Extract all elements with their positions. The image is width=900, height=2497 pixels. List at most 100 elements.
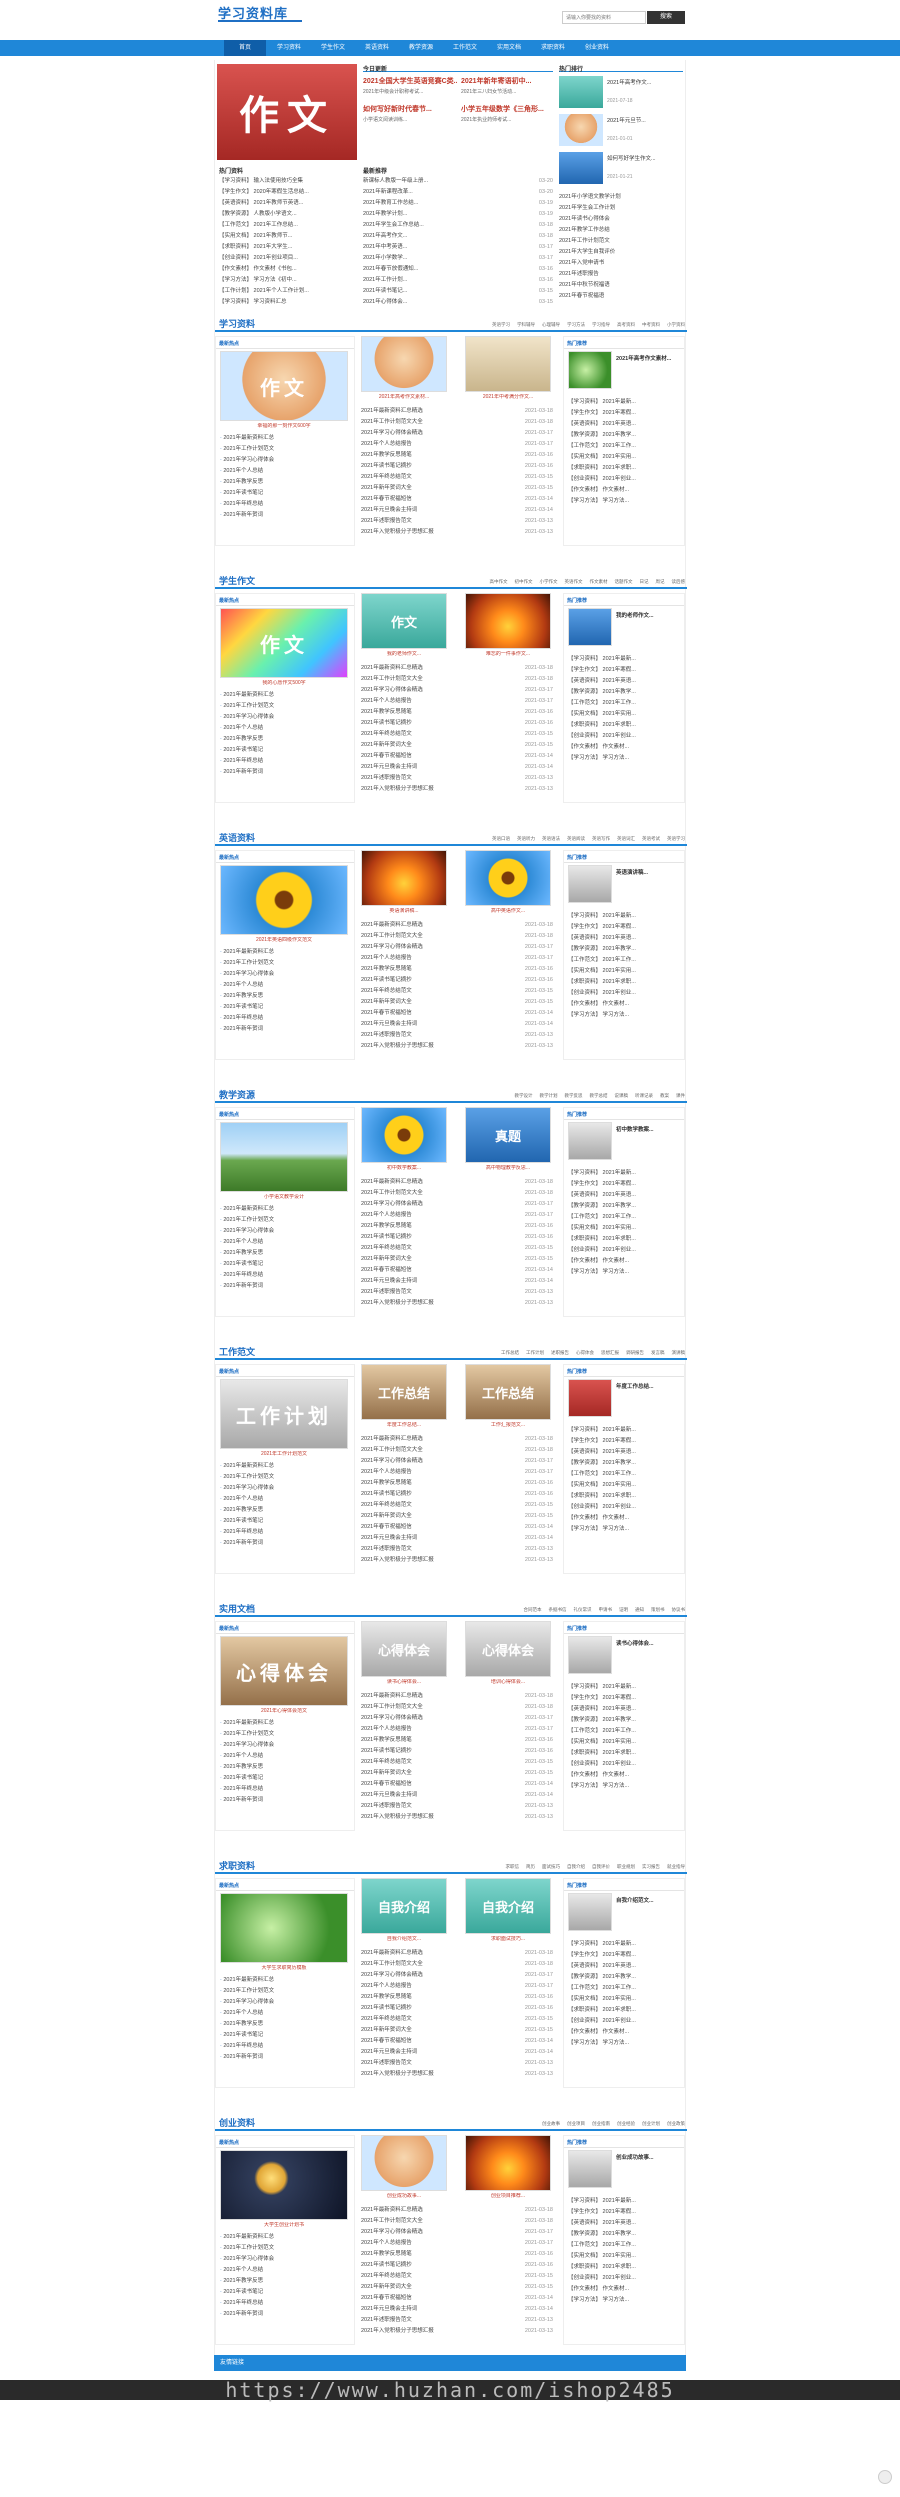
list-item[interactable]: · 2021年个人总结	[220, 723, 350, 734]
list-item[interactable]: 2021年工作计划范文大全 2021-03-18	[361, 1959, 553, 1970]
thumbnail[interactable]	[465, 336, 551, 392]
list-item[interactable]: 【作文素材】 作文素材...	[568, 485, 682, 496]
list-item[interactable]: 2021年学习心得体会精选 2021-03-17	[361, 428, 553, 439]
list-item[interactable]: 2021年述职报告范文 2021-03-13	[361, 773, 553, 784]
list-item[interactable]: 【教学资源】 2021年教学...	[568, 1715, 682, 1726]
list-item[interactable]: 【学习方法】 学习方法...	[568, 1781, 682, 1792]
section-tag[interactable]: 心理辅导	[542, 322, 560, 327]
list-item[interactable]: · 2021年年终总结	[220, 2298, 350, 2309]
list-item[interactable]: · 2021年学习心得体会	[220, 1483, 350, 1494]
featured-caption[interactable]: 我的心愿作文500字	[220, 680, 348, 687]
list-item[interactable]: 【教学资源】 2021年教学...	[568, 1458, 682, 1469]
list-item[interactable]: · 2021年最新资料汇总	[220, 1461, 350, 1472]
section-tag[interactable]: 小学资料	[667, 322, 685, 327]
nav-item-essay[interactable]: 学生作文	[312, 40, 354, 56]
section-tag[interactable]: 英语写作	[592, 836, 610, 841]
list-item[interactable]: · 2021年最新资料汇总	[220, 690, 350, 701]
list-item[interactable]: 2021年述职报告范文 2021-03-13	[361, 1544, 553, 1555]
thumbnail[interactable]	[361, 850, 447, 906]
list-item[interactable]: 2021年中考英语... 03-17	[363, 242, 553, 253]
list-item[interactable]: · 2021年年终总结	[220, 499, 350, 510]
list-item[interactable]: · 2021年学习心得体会	[220, 969, 350, 980]
list-item[interactable]: 2021年新课程改革... 03-20	[363, 187, 553, 198]
list-item[interactable]: 【学习资料】 2021年最新...	[568, 1939, 682, 1950]
list-item[interactable]: 【工作范文】 2021年工作...	[568, 441, 682, 452]
section-tag[interactable]: 英语学习	[667, 836, 685, 841]
subline[interactable]: 2021年三八妇女节活动...	[461, 88, 555, 95]
list-item[interactable]: · 2021年教学反思	[220, 2019, 350, 2030]
thumbnail[interactable]: 作文	[361, 593, 447, 649]
list-item[interactable]: 【学习资料】 2021年最新...	[568, 397, 682, 408]
thumb-caption[interactable]: 创业项目推荐...	[465, 2193, 551, 2200]
thumbnail[interactable]: 心得体会	[361, 1621, 447, 1677]
list-item[interactable]: 2021年学习心得体会精选 2021-03-17	[361, 2227, 553, 2238]
thumbnail[interactable]	[465, 850, 551, 906]
list-item[interactable]: 2021年春节祝福短信 2021-03-14	[361, 1522, 553, 1533]
list-item[interactable]: 【英语资料】 2021年英语...	[568, 2218, 682, 2229]
list-item[interactable]: 2021年年终总结范文 2021-03-15	[361, 472, 553, 483]
section-tag[interactable]: 英语语法	[542, 836, 560, 841]
list-item[interactable]: · 2021年读书笔记	[220, 488, 350, 499]
list-item[interactable]: 【实用文档】 2021年实用...	[568, 1480, 682, 1491]
section-tag[interactable]: 自我评价	[592, 1864, 610, 1869]
list-item[interactable]: 2021年读书笔记摘抄 2021-03-16	[361, 1489, 553, 1500]
search-input[interactable]	[562, 11, 646, 24]
list-item[interactable]: 【工作范文】 2021年工作...	[568, 1469, 682, 1480]
featured-caption[interactable]: 大学生创业计划书	[220, 2222, 348, 2229]
featured-caption[interactable]: 大学生求职简历模板	[220, 1965, 348, 1972]
list-item[interactable]: 【作文素材】 作文素材...	[568, 2027, 682, 2038]
list-item[interactable]: 2021年工作计划范文大全 2021-03-18	[361, 1702, 553, 1713]
list-item[interactable]: 2021年学生会工作计划	[559, 203, 683, 214]
thumb-caption[interactable]: 高中英语作文...	[465, 908, 551, 915]
list-item[interactable]: · 2021年读书笔记	[220, 2030, 350, 2041]
section-tag[interactable]: 简历	[526, 1864, 535, 1869]
list-item[interactable]: 2021年新年贺词大全 2021-03-15	[361, 997, 553, 1008]
list-item[interactable]: 2021年新年贺词大全 2021-03-15	[361, 1254, 553, 1265]
list-item[interactable]: 【学习方法】 学习方法《初中...	[219, 275, 357, 286]
thumb-caption[interactable]: 培训心得体会...	[465, 1679, 551, 1686]
nav-item-work[interactable]: 工作范文	[444, 40, 486, 56]
list-item[interactable]: 2021年年终总结范文 2021-03-15	[361, 2014, 553, 2025]
section-tag[interactable]: 协议书	[672, 1607, 686, 1612]
list-item[interactable]: 2021年年终总结范文 2021-03-15	[361, 729, 553, 740]
thumbnail[interactable]	[465, 593, 551, 649]
list-item[interactable]: 【求职资料】 2021年求职...	[568, 720, 682, 731]
list-item[interactable]: · 2021年年终总结	[220, 1270, 350, 1281]
list-item[interactable]: · 2021年最新资料汇总	[220, 1718, 350, 1729]
list-item[interactable]: 【学生作文】 2021年寒假...	[568, 922, 682, 933]
list-item[interactable]: 2021年元旦晚会主持词 2021-03-14	[361, 1533, 553, 1544]
list-item[interactable]: 【求职资料】 2021年求职...	[568, 977, 682, 988]
list-item[interactable]: 2021年工作计划范文大全 2021-03-18	[361, 1188, 553, 1199]
scroll-top-icon[interactable]	[878, 2470, 892, 2484]
section-tag[interactable]: 自我介绍	[567, 1864, 585, 1869]
list-item[interactable]: · 2021年工作计划范文	[220, 2243, 350, 2254]
featured-caption[interactable]: 2021年英语四级作文范文	[220, 937, 348, 944]
hot-card[interactable]: 创业成功故事...	[568, 2150, 676, 2200]
section-tag[interactable]: 小学作文	[540, 579, 558, 584]
featured-image[interactable]	[220, 865, 348, 935]
thumb-caption[interactable]: 2021年高考作文素材...	[361, 394, 447, 401]
section-title[interactable]: 创业资料	[219, 2117, 255, 2130]
list-item[interactable]: 2021年述职报告范文 2021-03-13	[361, 2315, 553, 2326]
list-item[interactable]: 2021年心得体会... 03-15	[363, 297, 553, 308]
headline[interactable]: 2021年新年寄语初中...	[461, 76, 555, 86]
list-item[interactable]: 【创业资料】 2021年创业...	[568, 731, 682, 742]
list-item[interactable]: · 2021年教学反思	[220, 734, 350, 745]
list-item[interactable]: · 2021年个人总结	[220, 1751, 350, 1762]
hot-card[interactable]: 读书心得体会...	[568, 1636, 676, 1686]
list-item[interactable]: · 2021年新年贺词	[220, 510, 350, 521]
list-item[interactable]: 【作文素材】 作文素材...	[568, 1770, 682, 1781]
section-tag[interactable]: 调研报告	[626, 1350, 644, 1355]
list-item[interactable]: · 2021年工作计划范文	[220, 1986, 350, 1997]
list-item[interactable]: 2021年个人总结报告 2021-03-17	[361, 953, 553, 964]
list-item[interactable]: 【工作范文】 2021年工作...	[568, 1726, 682, 1737]
list-item[interactable]: 2021年入党积极分子思想汇报 2021-03-13	[361, 1298, 553, 1309]
list-item[interactable]: 2021年年终总结范文 2021-03-15	[361, 1500, 553, 1511]
section-tag[interactable]: 教学总结	[590, 1093, 608, 1098]
list-item[interactable]: 2021年述职报告范文 2021-03-13	[361, 1287, 553, 1298]
list-item[interactable]: · 2021年年终总结	[220, 2041, 350, 2052]
list-item[interactable]: 2021年年终总结范文 2021-03-15	[361, 986, 553, 997]
list-item[interactable]: 【作文素材】 作文素材《书包...	[219, 264, 357, 275]
list-item[interactable]: · 2021年读书笔记	[220, 745, 350, 756]
list-item[interactable]: 2021年读书笔记摘抄 2021-03-16	[361, 461, 553, 472]
